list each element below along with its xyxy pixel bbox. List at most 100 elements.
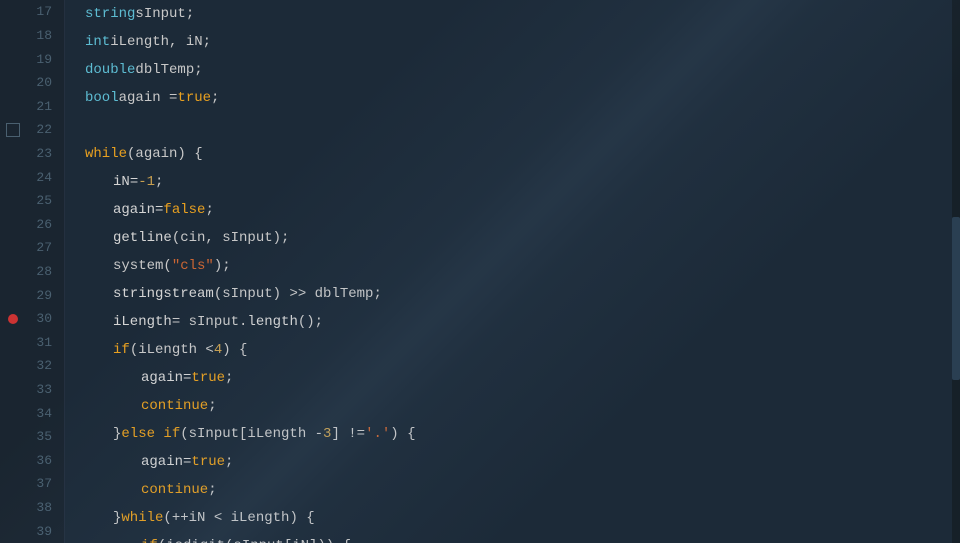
token: ;: [155, 174, 163, 190]
token: if: [141, 538, 158, 543]
scrollbar[interactable]: [952, 0, 960, 543]
line-number-37: 37: [0, 472, 64, 496]
line-number-29: 29: [0, 283, 64, 307]
token: =: [130, 174, 138, 190]
token: ();: [298, 314, 323, 330]
code-editor: 1718192021222324252627282930313233343536…: [0, 0, 960, 543]
token: =: [155, 202, 163, 218]
code-line-20: bool again = true;: [85, 84, 960, 112]
line-number-19: 19: [0, 47, 64, 71]
token: ) {: [390, 426, 415, 442]
token: again: [141, 454, 183, 470]
token: again: [141, 370, 183, 386]
token: again: [113, 202, 155, 218]
token: again =: [119, 90, 178, 106]
line-number-26: 26: [0, 212, 64, 236]
line-number-22: 22: [0, 118, 64, 142]
code-line-23: iN = -1;: [85, 168, 960, 196]
code-line-22: while (again) {: [85, 140, 960, 168]
line-number-20: 20: [0, 71, 64, 95]
code-line-28: iLength = sInput.length();: [85, 308, 960, 336]
token: }: [113, 426, 121, 442]
token: ) {: [222, 342, 247, 358]
code-line-27: stringstream(sInput) >> dblTemp;: [85, 280, 960, 308]
code-line-17: string sInput;: [85, 0, 960, 28]
line-number-28: 28: [0, 260, 64, 284]
token: int: [85, 34, 110, 50]
line-gutter: 1718192021222324252627282930313233343536…: [0, 0, 65, 543]
code-line-30: again = true;: [85, 364, 960, 392]
token: (++iN < iLength) {: [163, 510, 314, 526]
code-line-25: getline(cin, sInput);: [85, 224, 960, 252]
code-content: string sInput;int iLength, iN;double dbl…: [65, 0, 960, 543]
token: iLength, iN;: [110, 34, 211, 50]
token: =: [183, 454, 191, 470]
token: dblTemp;: [135, 62, 202, 78]
code-line-35: } while (++iN < iLength) {: [85, 504, 960, 532]
code-line-33: again = true;: [85, 448, 960, 476]
token: length: [247, 314, 297, 330]
token: false: [163, 202, 205, 218]
token: else if: [121, 426, 180, 442]
token: system(: [113, 258, 172, 274]
line-number-18: 18: [0, 24, 64, 48]
token: while: [85, 146, 127, 162]
token: = sInput.: [172, 314, 248, 330]
code-line-31: continue;: [85, 392, 960, 420]
token: 4: [214, 342, 222, 358]
token: stringstream: [113, 286, 214, 302]
token: ;: [225, 370, 233, 386]
token: ;: [208, 482, 216, 498]
line-number-35: 35: [0, 425, 64, 449]
line-number-21: 21: [0, 94, 64, 118]
code-line-19: double dblTemp;: [85, 56, 960, 84]
token: double: [85, 62, 135, 78]
line-number-24: 24: [0, 165, 64, 189]
line-number-27: 27: [0, 236, 64, 260]
code-line-36: if (isdigit(sInput[iN])) {: [85, 532, 960, 543]
line-number-25: 25: [0, 189, 64, 213]
code-line-32: } else if (sInput[iLength - 3] != '.') {: [85, 420, 960, 448]
line-number-34: 34: [0, 401, 64, 425]
line-number-39: 39: [0, 519, 64, 543]
line-number-31: 31: [0, 331, 64, 355]
token: ;: [205, 202, 213, 218]
token: '.': [365, 426, 390, 442]
code-line-24: again = false;: [85, 196, 960, 224]
line-number-30: 30: [0, 307, 64, 331]
token: true: [177, 90, 211, 106]
code-line-26: system("cls");: [85, 252, 960, 280]
token: ;: [225, 454, 233, 470]
token: }: [113, 510, 121, 526]
token: "cls": [172, 258, 214, 274]
token: continue: [141, 398, 208, 414]
token: (sInput) >> dblTemp;: [214, 286, 382, 302]
token: true: [191, 370, 225, 386]
line-number-32: 32: [0, 354, 64, 378]
token: ;: [211, 90, 219, 106]
token: (iLength <: [130, 342, 214, 358]
token: true: [191, 454, 225, 470]
token: iN: [113, 174, 130, 190]
line-number-17: 17: [0, 0, 64, 24]
token: (isdigit(sInput[iN])) {: [158, 538, 351, 543]
token: if: [113, 342, 130, 358]
token: ] !=: [331, 426, 365, 442]
token: string: [85, 6, 135, 22]
line-number-36: 36: [0, 449, 64, 473]
line-number-23: 23: [0, 142, 64, 166]
token: =: [183, 370, 191, 386]
token: getline: [113, 230, 172, 246]
token: ;: [208, 398, 216, 414]
token: continue: [141, 482, 208, 498]
token: iLength: [113, 314, 172, 330]
code-line-34: continue;: [85, 476, 960, 504]
token: -1: [138, 174, 155, 190]
token: (again) {: [127, 146, 203, 162]
line-number-33: 33: [0, 378, 64, 402]
token: );: [214, 258, 231, 274]
code-line-18: int iLength, iN;: [85, 28, 960, 56]
code-line-29: if (iLength < 4) {: [85, 336, 960, 364]
code-line-21: [85, 112, 960, 140]
token: (sInput[iLength -: [180, 426, 323, 442]
